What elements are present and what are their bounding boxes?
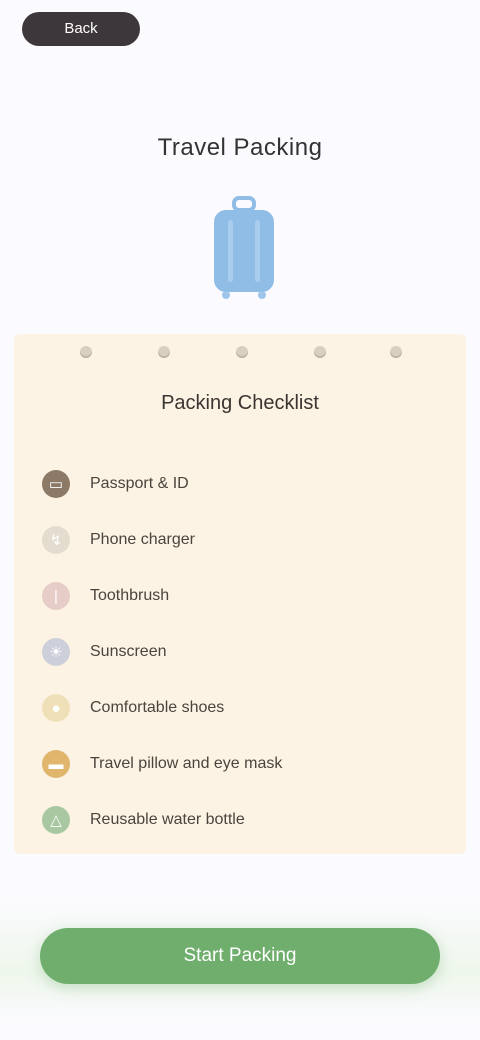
binder-ring [390, 346, 402, 358]
list-item[interactable]: ▬ Travel pillow and eye mask [42, 736, 452, 792]
list-item[interactable]: | Toothbrush [42, 568, 452, 624]
list-item-label: Toothbrush [90, 587, 170, 604]
passport-icon: ▭ [42, 470, 70, 498]
list-item[interactable]: ● Comfortable shoes [42, 680, 452, 736]
list-item-label: Passport & ID [90, 475, 189, 492]
list-item-label: Reusable water bottle [90, 811, 245, 828]
checklist-card: Packing Checklist ▭ Passport & ID ↯ Phon… [14, 334, 466, 854]
bottle-icon: △ [42, 806, 70, 834]
list-item-label: Travel pillow and eye mask [90, 755, 283, 772]
start-packing-button[interactable]: Start Packing [40, 928, 440, 984]
binder-ring [236, 346, 248, 358]
shoe-icon: ● [42, 694, 70, 722]
list-item-label: Comfortable shoes [90, 699, 225, 716]
list-item-label: Sunscreen [90, 643, 167, 660]
list-item[interactable]: ▭ Passport & ID [42, 456, 452, 512]
sunscreen-icon: ☀ [42, 638, 70, 666]
bottom-action-bar: Start Packing [0, 900, 480, 1020]
back-button[interactable]: Back [22, 12, 140, 46]
toothbrush-icon: | [42, 582, 70, 610]
page-title: Travel Packing [157, 134, 323, 161]
binder-ring [158, 346, 170, 358]
binder-ring [80, 346, 92, 358]
list-item[interactable]: ☀ Sunscreen [42, 624, 452, 680]
pillow-icon: ▬ [42, 750, 70, 778]
suitcase-icon [214, 196, 274, 299]
app-screen: Back Travel Packing Packing Checklist ▭ … [0, 0, 480, 1040]
list-item-label: Phone charger [90, 531, 195, 548]
checklist-title: Packing Checklist [161, 392, 319, 414]
list-item[interactable]: △ Reusable water bottle [42, 792, 452, 848]
charger-icon: ↯ [42, 526, 70, 554]
binder-rings [14, 338, 466, 368]
binder-ring [314, 346, 326, 358]
checklist: ▭ Passport & ID ↯ Phone charger | Toothb… [42, 456, 452, 848]
list-item[interactable]: ↯ Phone charger [42, 512, 452, 568]
